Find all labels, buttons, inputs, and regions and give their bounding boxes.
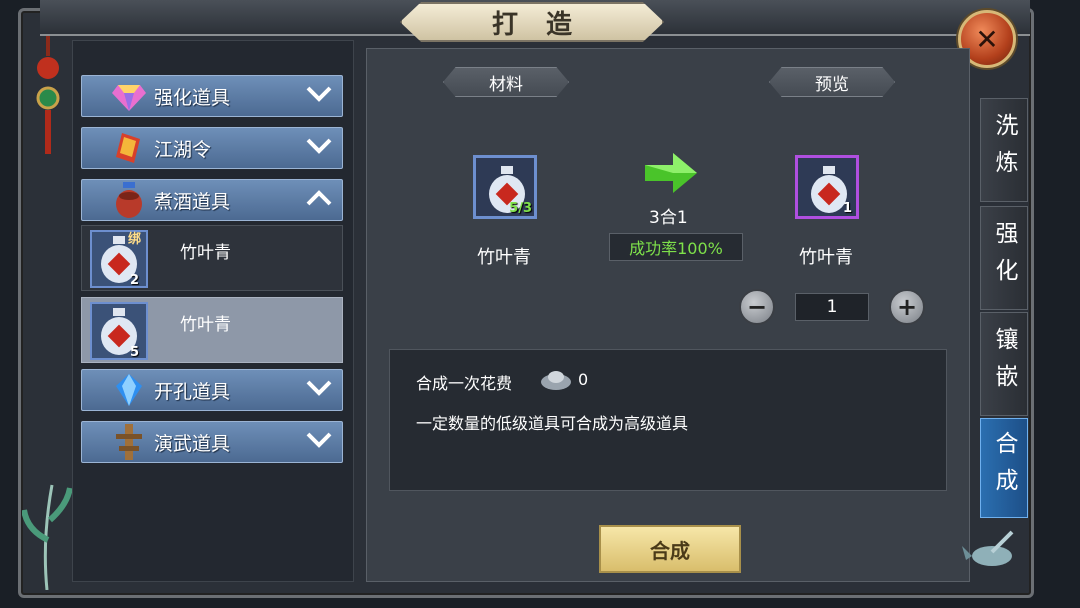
tab-label: 镶嵌 bbox=[991, 327, 1017, 401]
title-plate: 打造 bbox=[400, 2, 664, 42]
list-item[interactable]: 绑 2 竹叶青 bbox=[81, 225, 343, 291]
chevron-down-icon bbox=[306, 378, 332, 402]
category-enhance[interactable]: 强化道具 bbox=[81, 75, 343, 117]
combine-button-label: 合成 bbox=[650, 538, 690, 563]
gem-icon bbox=[112, 79, 146, 113]
plus-icon: + bbox=[896, 293, 918, 321]
quantity-field[interactable]: 1 bbox=[795, 293, 869, 321]
tab-label: 合成 bbox=[991, 431, 1017, 505]
wooden-dummy-icon bbox=[112, 424, 146, 460]
category-socket[interactable]: 开孔道具 bbox=[81, 369, 343, 411]
arrow-right-icon bbox=[645, 153, 697, 193]
category-token[interactable]: 江湖令 bbox=[81, 127, 343, 169]
tab-enhance[interactable]: 强化 bbox=[980, 206, 1028, 310]
tab-inlay[interactable]: 镶嵌 bbox=[980, 312, 1028, 416]
material-count: 5/3 bbox=[509, 201, 532, 216]
decrease-button[interactable]: − bbox=[739, 289, 775, 325]
category-panel: 强化道具 江湖令 煮酒道具 绑 2 竹叶青 5 竹叶青 开孔道具 演武道具 bbox=[72, 40, 354, 582]
chevron-up-icon bbox=[306, 188, 332, 212]
chevron-down-icon bbox=[306, 136, 332, 160]
wine-jar-icon bbox=[112, 182, 146, 218]
cost-label: 合成一次花费 bbox=[416, 374, 513, 393]
silver-ingot-icon bbox=[541, 371, 571, 390]
bird-ornament bbox=[962, 530, 1014, 566]
category-label: 演武道具 bbox=[154, 432, 231, 455]
description: 一定数量的低级道具可合成为高级道具 bbox=[416, 414, 689, 433]
preview-header: 预览 bbox=[769, 67, 895, 97]
cost-value: 0 bbox=[578, 370, 589, 389]
token-icon bbox=[112, 131, 146, 165]
preview-count: 1 bbox=[842, 201, 852, 216]
material-slot[interactable]: 5/3 bbox=[473, 155, 537, 219]
close-icon: ✕ bbox=[975, 22, 999, 56]
blue-crystal-icon bbox=[112, 373, 146, 407]
preview-slot[interactable]: 1 bbox=[795, 155, 859, 219]
hanging-knot-ornament bbox=[36, 36, 60, 154]
minus-icon: − bbox=[746, 293, 768, 321]
chevron-down-icon bbox=[306, 430, 332, 454]
quantity-value: 1 bbox=[826, 297, 838, 317]
preview-name: 竹叶青 bbox=[799, 247, 853, 268]
info-box: 合成一次花费 0 一定数量的低级道具可合成为高级道具 bbox=[389, 349, 947, 491]
tab-refine[interactable]: 洗炼 bbox=[980, 98, 1028, 202]
chevron-down-icon bbox=[306, 84, 332, 108]
item-name: 竹叶青 bbox=[180, 315, 231, 335]
preview-header-label: 预览 bbox=[815, 74, 849, 95]
material-header-label: 材料 bbox=[489, 74, 523, 95]
category-label: 强化道具 bbox=[154, 86, 231, 109]
category-label: 江湖令 bbox=[154, 138, 212, 161]
tab-label: 强化 bbox=[991, 221, 1017, 295]
craft-panel: 材料 预览 5/3 竹叶青 3合1 成功率100% 1 竹叶青 − 1 + 合成… bbox=[366, 48, 970, 582]
tab-label: 洗炼 bbox=[991, 113, 1017, 187]
material-name: 竹叶青 bbox=[477, 247, 531, 268]
bamboo-ornament bbox=[22, 484, 72, 590]
item-slot bbox=[90, 302, 148, 360]
category-label: 煮酒道具 bbox=[154, 190, 231, 213]
window-title: 打造 bbox=[491, 9, 600, 40]
bound-tag: 绑 bbox=[128, 232, 142, 247]
merge-ratio: 3合1 bbox=[649, 208, 688, 228]
category-training[interactable]: 演武道具 bbox=[81, 421, 343, 463]
combine-button[interactable]: 合成 bbox=[599, 525, 741, 573]
success-rate: 成功率100% bbox=[629, 239, 723, 258]
category-wine[interactable]: 煮酒道具 bbox=[81, 179, 343, 221]
item-count: 5 bbox=[130, 345, 140, 360]
increase-button[interactable]: + bbox=[889, 289, 925, 325]
item-count: 2 bbox=[130, 273, 140, 288]
tab-combine[interactable]: 合成 bbox=[980, 418, 1028, 518]
material-header: 材料 bbox=[443, 67, 569, 97]
category-label: 开孔道具 bbox=[154, 380, 231, 403]
list-item-selected[interactable]: 5 竹叶青 bbox=[81, 297, 343, 363]
item-name: 竹叶青 bbox=[180, 243, 231, 263]
